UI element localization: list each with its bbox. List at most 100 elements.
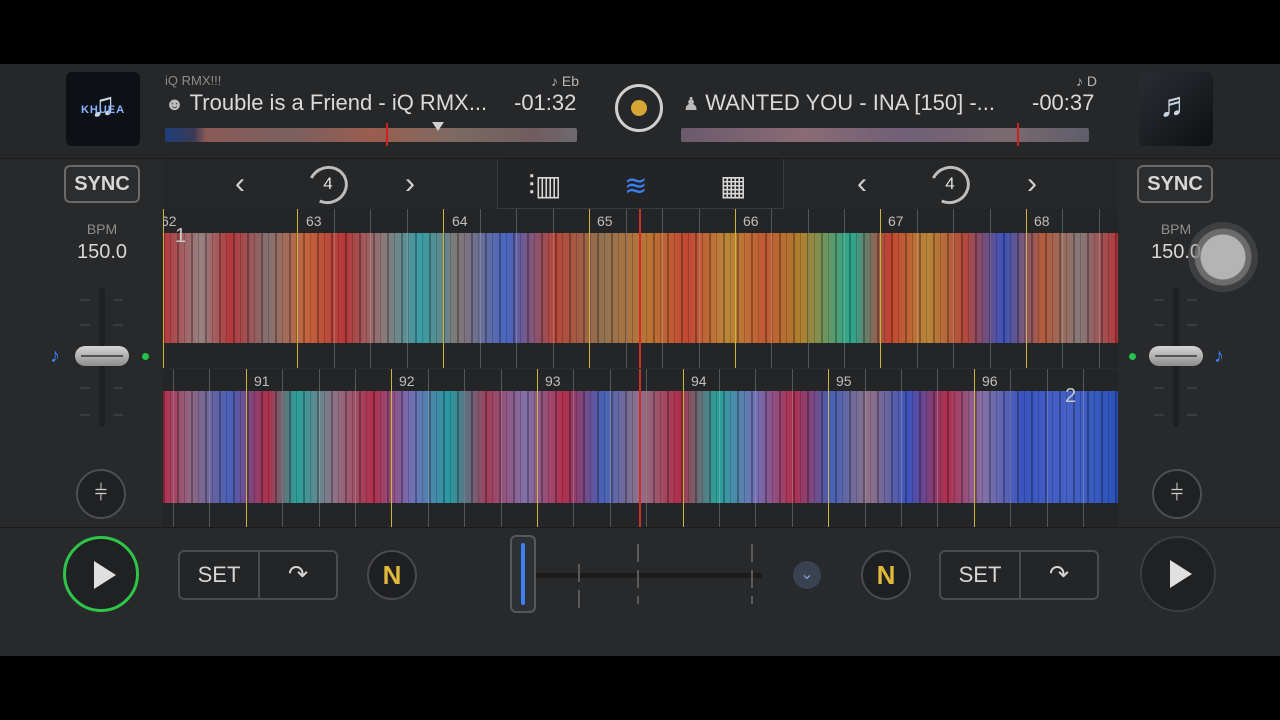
beat-line (319, 369, 320, 527)
deck-b-loop-button[interactable]: 4 (924, 160, 976, 210)
deck-a-title-text: Trouble is a Friend - iQ RMX... (189, 90, 488, 115)
bar-line (683, 369, 684, 527)
beat-line (553, 209, 554, 368)
beat-line (626, 209, 627, 368)
fader-tick (113, 299, 123, 301)
deck-b-pitch-fader-knob[interactable] (1149, 346, 1203, 366)
beat-line (844, 209, 845, 368)
deck-a-eq-button[interactable]: ⫩ (76, 469, 126, 519)
deck-b-sync-button[interactable]: SYNC (1137, 165, 1213, 203)
deck-a-cover-art[interactable]: ♫ KHUEA (66, 72, 140, 146)
pads-grid-icon[interactable]: ▦ (720, 169, 746, 202)
deck-a-key-value: Eb (561, 73, 580, 89)
deck-b-eq-button[interactable]: ⫩ (1152, 469, 1202, 519)
bar-number: 64 (452, 213, 468, 229)
beat-line (480, 209, 481, 368)
dj-app: ♫ KHUEA iQ RMX!!! ☻ Trouble is a Friend … (0, 64, 1280, 656)
fader-tick (1187, 414, 1197, 416)
bar-line (880, 209, 881, 368)
crossfader-track[interactable] (522, 573, 762, 578)
deck-b-keylock-icon[interactable]: ♪ (1214, 345, 1224, 368)
bar-number: 96 (982, 373, 998, 389)
beat-line (173, 369, 174, 527)
crossfader-tick (637, 544, 639, 604)
deck-b-waveform[interactable]: 91 92 93 94 95 96 2 (163, 369, 1118, 527)
deck-a-keylock-icon[interactable]: ♪ (50, 345, 60, 368)
bar-number: 68 (1034, 213, 1050, 229)
deck-a-overview-waveform[interactable] (165, 128, 577, 142)
bar-line (391, 369, 392, 527)
bar-line (163, 209, 164, 368)
fader-tick (113, 387, 123, 389)
eq-sliders-icon: ⫩ (94, 480, 108, 505)
deck-a-set-cue-button[interactable]: SET (180, 552, 260, 598)
beat-line (407, 209, 408, 368)
deck-a-n-button[interactable]: N (367, 550, 417, 600)
beat-line (808, 209, 809, 368)
deck-a-loop-next-button[interactable]: › (405, 167, 415, 201)
beat-line (953, 209, 954, 368)
deck-b-cover-art[interactable]: ♬ (1139, 72, 1213, 146)
crossfader-options-button[interactable]: ⌄ (793, 561, 821, 589)
deck-a-sync-button[interactable]: SYNC (64, 165, 140, 203)
bar-number: 94 (691, 373, 707, 389)
assistive-touch-button[interactable] (1188, 222, 1258, 292)
deck-a-loop-button[interactable]: 4 (302, 160, 354, 210)
deck-header-bar: ♫ KHUEA iQ RMX!!! ☻ Trouble is a Friend … (0, 64, 1280, 159)
record-button[interactable] (615, 84, 663, 132)
eq-sliders-icon: ⫩ (1170, 480, 1184, 505)
bar-line (297, 209, 298, 368)
deck-b-set-cue-button[interactable]: SET (941, 552, 1021, 598)
deck-a-loop-size: 4 (323, 174, 333, 193)
crossfader-knob[interactable] (510, 535, 536, 613)
deck-a-play-button[interactable] (63, 536, 139, 612)
waveform-icon[interactable]: ≋ (624, 169, 647, 202)
bar-number: 95 (836, 373, 852, 389)
deck-a-pitch-center-indicator (142, 353, 149, 360)
deck-a-cue-group: SET ↷ (178, 550, 338, 600)
deck-b-cue-jump-button[interactable]: ↷ (1021, 552, 1097, 598)
beat-line (1099, 209, 1100, 368)
deck-a-artist: iQ RMX!!! (165, 73, 222, 88)
deck-a-waveform[interactable]: 62 63 64 65 66 67 68 1 (163, 209, 1118, 368)
deck-a-remaining-time: -01:32 (514, 90, 577, 115)
deck-a-cue-jump-button[interactable]: ↷ (260, 552, 336, 598)
fader-tick (80, 324, 90, 326)
deck-a-user-icon: ☻ (165, 94, 184, 114)
deck-b-loop-next-button[interactable]: › (1027, 167, 1037, 201)
deck-b-overview-waveform[interactable] (681, 128, 1089, 142)
fader-tick (1154, 299, 1164, 301)
fader-tick (113, 324, 123, 326)
deck-a-playhead (639, 209, 641, 368)
mixer-icon[interactable]: ⫶▥ (528, 169, 561, 203)
key-note-icon: ♪ (1076, 73, 1087, 89)
bar-line (589, 209, 590, 368)
deck-a-loop-prev-button[interactable]: ‹ (235, 167, 245, 201)
deck-a-track-title[interactable]: ☻ Trouble is a Friend - iQ RMX... (165, 90, 487, 116)
beat-line (917, 209, 918, 368)
deck-b-n-button[interactable]: N (861, 550, 911, 600)
bar-line (974, 369, 975, 527)
bar-number: 91 (254, 373, 270, 389)
deck-a-pitch-fader-knob[interactable] (75, 346, 129, 366)
beat-line (355, 369, 356, 527)
beat-line (501, 369, 502, 527)
beat-line (1062, 209, 1063, 368)
deck-b-play-button[interactable] (1140, 536, 1216, 612)
deck-a-bpm-label: BPM (86, 221, 118, 237)
crossfader-tick (578, 564, 580, 608)
deck-b-overview-playhead (1017, 123, 1019, 146)
deck-b-cue-group: SET ↷ (939, 550, 1099, 600)
beat-line (516, 209, 517, 368)
beat-line (1010, 369, 1011, 527)
beat-line (865, 369, 866, 527)
deck-b-track-title[interactable]: ♟ WANTED YOU - INA [150] -... (683, 90, 995, 116)
beat-line (464, 369, 465, 527)
fader-tick (113, 414, 123, 416)
beat-line (699, 209, 700, 368)
beat-line (209, 369, 210, 527)
cue-jump-icon: ↷ (287, 561, 309, 588)
deck-b-loop-prev-button[interactable]: ‹ (857, 167, 867, 201)
deck-a-cue-marker (432, 122, 444, 131)
deck-b-user-icon: ♟ (683, 94, 700, 114)
